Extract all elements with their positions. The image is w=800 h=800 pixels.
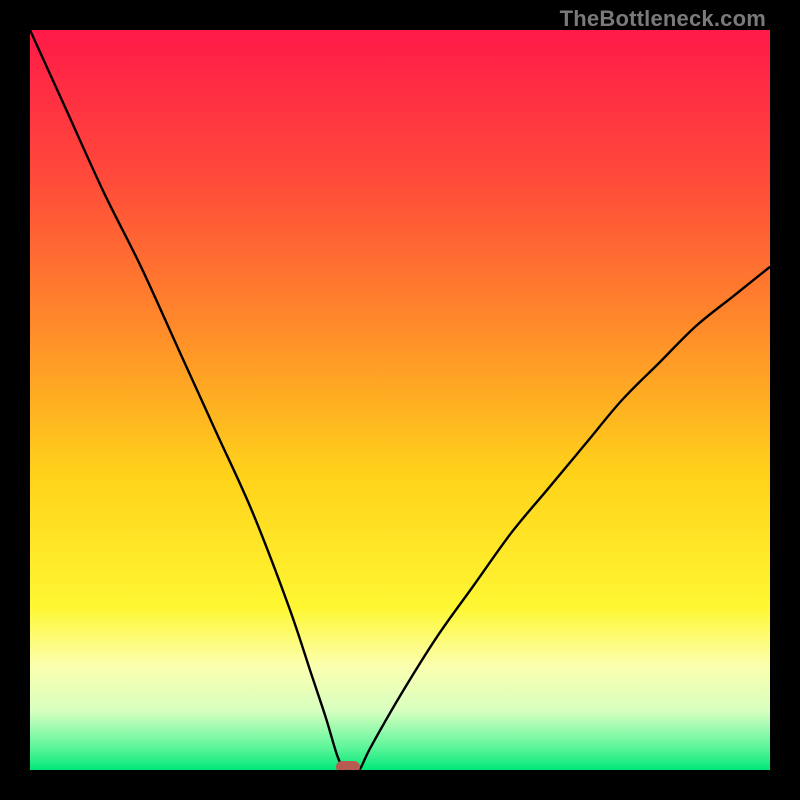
bottleneck-curve [30,30,770,770]
chart-frame: TheBottleneck.com [0,0,800,800]
watermark-label: TheBottleneck.com [560,6,766,32]
optimal-marker [336,761,360,770]
plot-area [30,30,770,770]
